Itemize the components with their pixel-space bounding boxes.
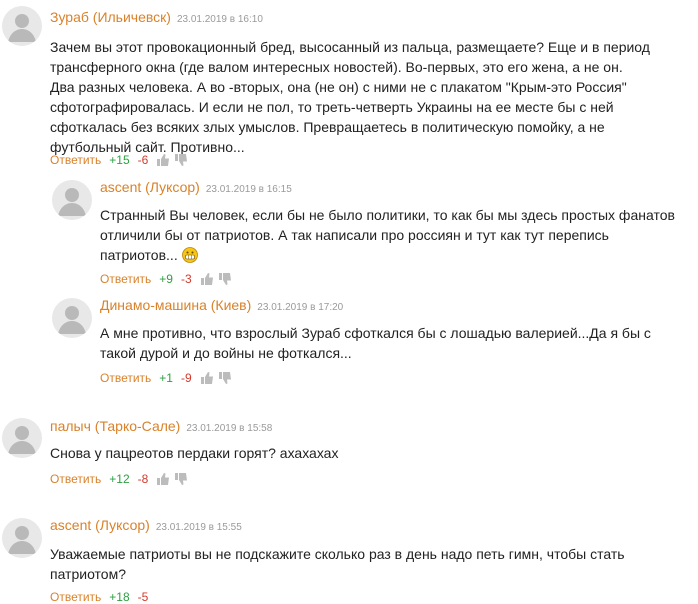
author-name[interactable]: Зураб (Ильичевск): [50, 9, 171, 25]
comment-text: Зачем вы этот провокационный бред, высос…: [50, 39, 650, 155]
comment-text: Странный Вы человек, если бы не было пол…: [100, 205, 690, 265]
author-name[interactable]: Динамо-машина (Киев): [100, 297, 251, 313]
comment-actions: Ответить +1 -9: [100, 371, 236, 385]
upvote-count: +9: [159, 272, 173, 286]
comment-actions: Ответить +15 -6: [50, 153, 192, 167]
avatar[interactable]: [2, 418, 42, 458]
thumb-down-icon[interactable]: [218, 371, 232, 385]
reply-link[interactable]: Ответить: [100, 272, 151, 286]
author-name[interactable]: палыч (Тарко-Сале): [50, 418, 180, 434]
downvote-count: -9: [180, 371, 192, 385]
comment-date: 23.01.2019 в 17:20: [257, 302, 344, 313]
thumb-up-icon[interactable]: [156, 472, 170, 486]
author-name[interactable]: ascent (Луксор): [100, 179, 200, 195]
comment-date: 23.01.2019 в 15:55: [155, 522, 242, 533]
reply-link[interactable]: Ответить: [100, 371, 151, 385]
comment-actions: Ответить +9 -3: [100, 272, 236, 286]
thumb-up-icon[interactable]: [156, 153, 170, 167]
downvote-count: -3: [180, 272, 192, 286]
thumb-down-icon[interactable]: [218, 272, 232, 286]
reply-link[interactable]: Ответить: [50, 472, 101, 486]
thumb-up-icon[interactable]: [200, 371, 214, 385]
thumb-down-icon[interactable]: [174, 472, 188, 486]
comment-header: ascent (Луксор) 23.01.2019 в 16:15: [100, 179, 292, 197]
upvote-count: +15: [109, 153, 130, 167]
comment-header: палыч (Тарко-Сале) 23.01.2019 в 15:58: [50, 418, 272, 436]
author-name[interactable]: ascent (Луксор): [50, 517, 150, 533]
reply-link[interactable]: Ответить: [50, 153, 101, 167]
avatar[interactable]: [2, 6, 42, 46]
comment-header: Зураб (Ильичевск) 23.01.2019 в 16:10: [50, 9, 263, 27]
comment-text: Уважаемые патриоты вы не подскажите скол…: [50, 546, 625, 582]
comment-actions: Ответить +18 -5: [50, 590, 156, 604]
thumb-up-icon[interactable]: [200, 272, 214, 286]
upvote-count: +18: [109, 590, 130, 604]
reply-link[interactable]: Ответить: [50, 590, 101, 604]
comment-date: 23.01.2019 в 16:10: [176, 14, 263, 25]
grin-emoji-icon: [181, 247, 198, 263]
avatar[interactable]: [2, 518, 42, 558]
upvote-count: +12: [109, 472, 130, 486]
downvote-count: -5: [137, 590, 149, 604]
comment-text: Снова у пацреотов пердаки горят? ахахаха…: [50, 445, 339, 461]
downvote-count: -8: [137, 472, 149, 486]
comment-date: 23.01.2019 в 15:58: [186, 423, 273, 434]
comment-text: А мне противно, что взрослый Зураб сфотк…: [100, 325, 651, 361]
avatar[interactable]: [52, 298, 92, 338]
comment-actions: Ответить +12 -8: [50, 472, 192, 486]
avatar[interactable]: [52, 180, 92, 220]
thumb-down-icon[interactable]: [174, 153, 188, 167]
comment-date: 23.01.2019 в 16:15: [205, 184, 292, 195]
comment-header: Динамо-машина (Киев) 23.01.2019 в 17:20: [100, 297, 343, 315]
upvote-count: +1: [159, 371, 173, 385]
comment-header: ascent (Луксор) 23.01.2019 в 15:55: [50, 517, 242, 535]
downvote-count: -6: [137, 153, 149, 167]
